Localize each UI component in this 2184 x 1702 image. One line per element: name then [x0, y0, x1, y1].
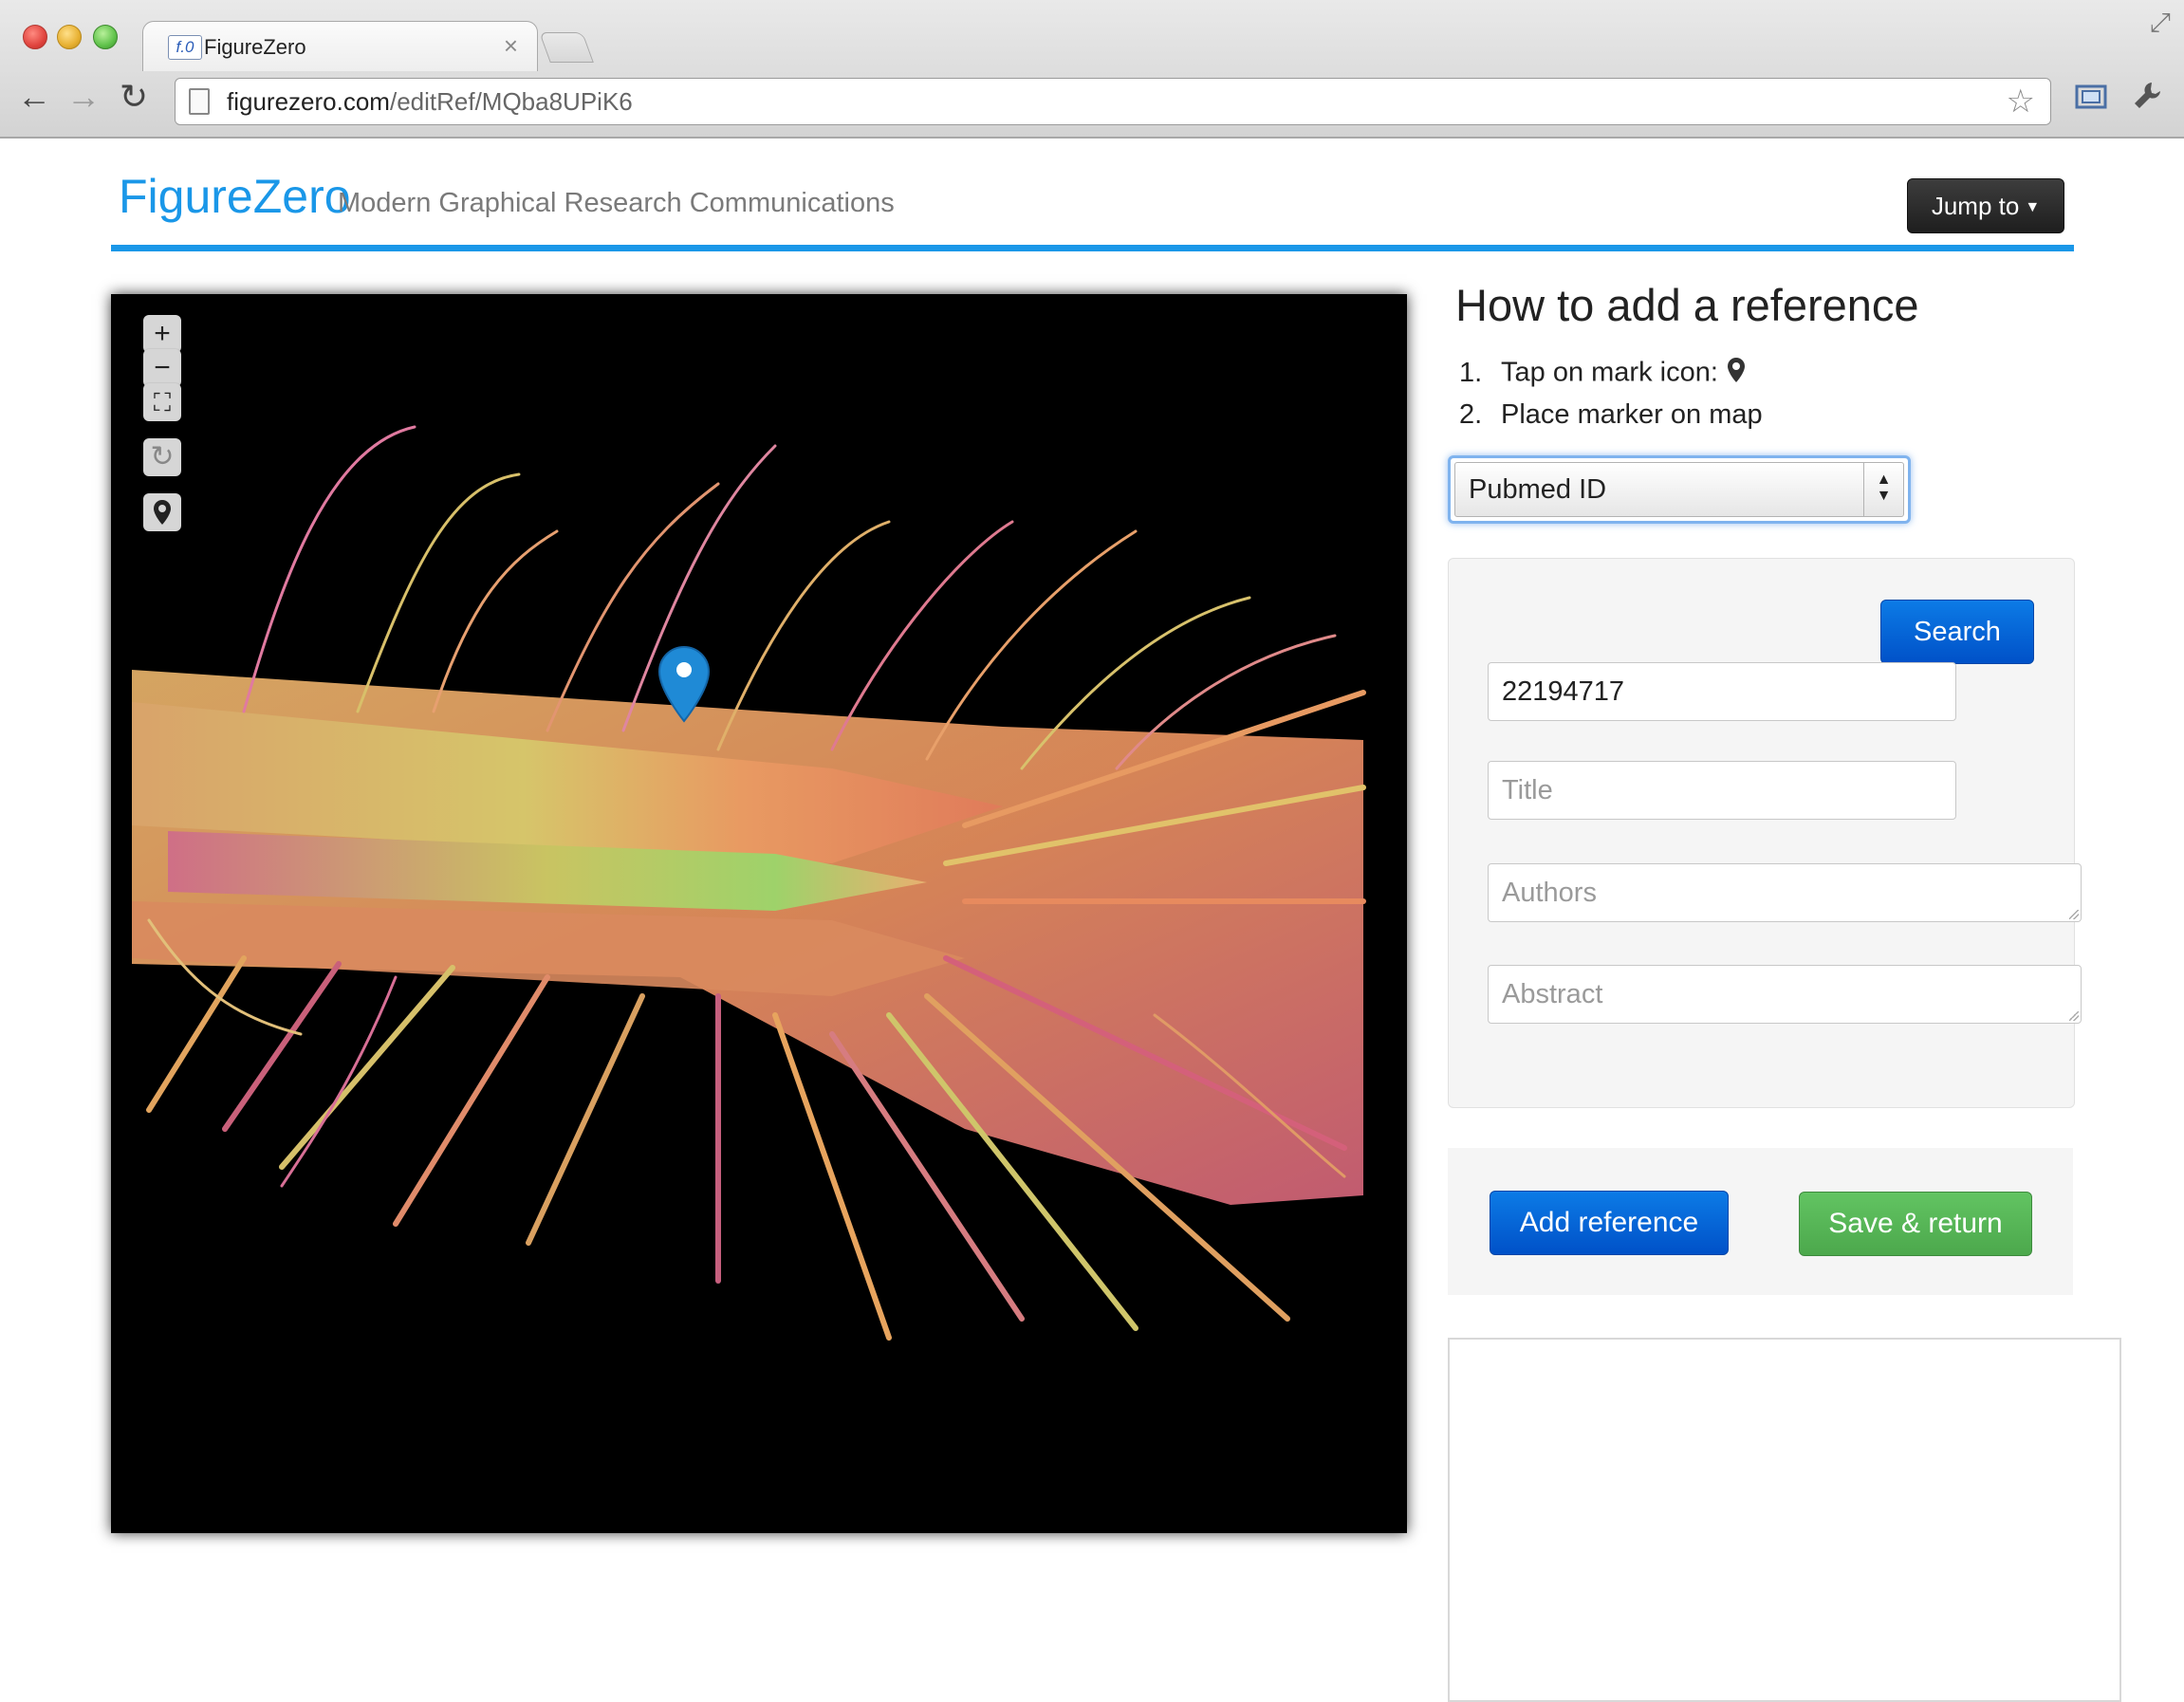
plus-icon[interactable]: + [143, 315, 181, 353]
fullscreen-icon[interactable] [2074, 80, 2108, 121]
jump-to-label: Jump to [1931, 192, 2020, 220]
resize-grip-icon[interactable] [2069, 910, 2079, 919]
figure-image [132, 425, 1366, 1341]
address-bar[interactable]: figurezero.com/editRef/MQba8UPiK6 ☆ [175, 78, 2051, 125]
browser-chrome: f.0 FigureZero × ⤢ ← → ↻ figurezero.com/… [0, 0, 2184, 139]
tab-title: FigureZero [204, 35, 306, 59]
page-icon [189, 88, 210, 115]
zoom-window-button[interactable] [93, 25, 118, 49]
url-host: figurezero.com [227, 87, 390, 116]
tagline: Modern Graphical Research Communications [338, 188, 895, 218]
close-icon[interactable]: × [504, 31, 518, 61]
caret-down-icon: ▼ [2025, 199, 2041, 216]
step-number: 2. [1459, 399, 1483, 430]
id-type-select[interactable]: Pubmed ID ▲ ▼ [1448, 455, 1911, 524]
instruction-step-2: 2. Place marker on map [1459, 399, 1763, 431]
add-reference-button[interactable]: Add reference [1490, 1191, 1729, 1255]
minus-icon[interactable]: − [143, 349, 181, 387]
map-marker-icon [1726, 357, 1747, 391]
star-icon[interactable]: ☆ [2007, 83, 2035, 120]
instruction-step-1: 1. Tap on mark icon: [1459, 357, 1747, 391]
brand-logo[interactable]: FigureZero [119, 169, 351, 224]
url-path: /editRef/MQba8UPiK6 [389, 87, 633, 116]
reload-icon[interactable]: ↻ [120, 78, 148, 116]
step-text: Place marker on map [1501, 399, 1763, 430]
wrench-icon[interactable] [2131, 80, 2163, 120]
reference-preview-box [1448, 1338, 2121, 1702]
abstract-textarea[interactable]: Abstract [1488, 965, 2082, 1024]
authors-placeholder: Authors [1502, 878, 1597, 908]
browser-tab[interactable]: f.0 FigureZero × [142, 21, 538, 71]
step-text: Tap on mark icon: [1501, 357, 1718, 388]
save-and-return-button[interactable]: Save & return [1799, 1192, 2032, 1256]
resize-icon[interactable]: ⤢ [2150, 8, 2171, 39]
authors-textarea[interactable]: Authors [1488, 863, 2082, 922]
reference-marker[interactable] [657, 645, 711, 728]
favicon: f.0 [168, 35, 202, 60]
select-arrows-icon: ▲ ▼ [1863, 463, 1903, 516]
url-text[interactable]: figurezero.com/editRef/MQba8UPiK6 [227, 87, 633, 117]
fullscreen-icon[interactable]: ⛶ [143, 383, 181, 421]
arrow-right-icon[interactable]: → [66, 78, 101, 116]
close-window-button[interactable] [23, 25, 47, 49]
step-number: 1. [1459, 357, 1483, 388]
map-marker-icon[interactable] [143, 493, 181, 531]
arrow-left-icon[interactable]: ← [17, 78, 51, 116]
id-type-select-box[interactable]: Pubmed ID ▲ ▼ [1454, 462, 1904, 517]
resize-grip-icon[interactable] [2069, 1011, 2079, 1021]
title-input[interactable]: Title [1488, 761, 1956, 820]
figure-map[interactable]: + − ⛶ ↻ [111, 294, 1407, 1533]
id-type-selected: Pubmed ID [1469, 474, 1607, 505]
abstract-placeholder: Abstract [1502, 979, 1603, 1009]
pubmed-id-input[interactable]: 22194717 [1488, 662, 1956, 721]
instructions-title: How to add a reference [1455, 280, 1919, 330]
new-tab-button[interactable] [539, 32, 594, 63]
minimize-window-button[interactable] [57, 25, 82, 49]
rotate-icon[interactable]: ↻ [143, 438, 181, 476]
jump-to-button[interactable]: Jump to ▼ [1907, 178, 2064, 233]
header-divider [111, 245, 2074, 251]
search-button[interactable]: Search [1880, 600, 2034, 664]
